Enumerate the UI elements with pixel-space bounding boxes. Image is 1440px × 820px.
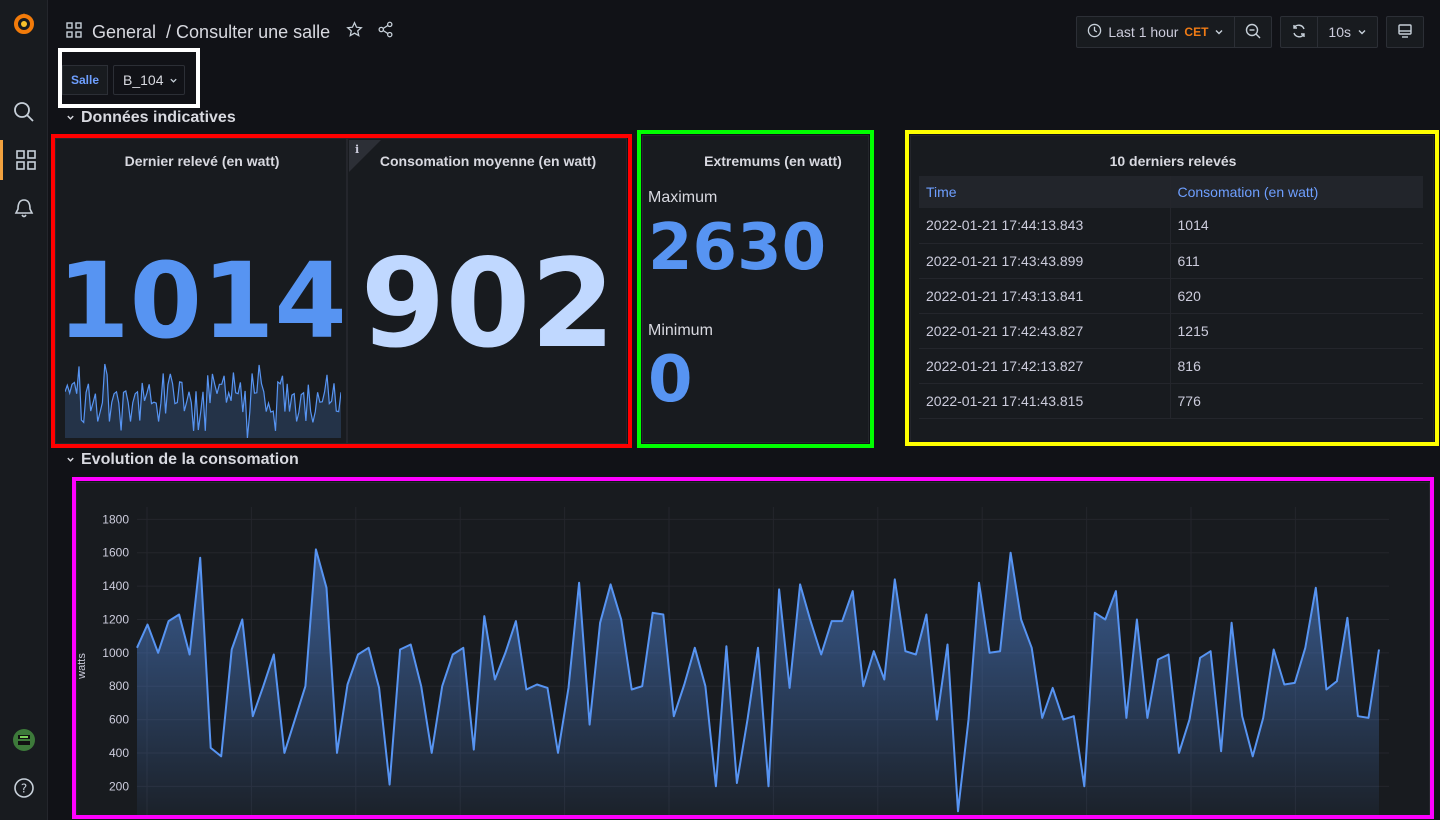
time-series-chart: 200 400 600 800 1000 1200 1400 1600 1800 watts xyxy=(77,507,1389,815)
cell-time: 2022-01-21 17:44:13.843 xyxy=(919,208,1171,244)
breadcrumb-folder[interactable]: General xyxy=(92,22,156,43)
panel-average: i Consomation moyenne (en watt) 902 xyxy=(347,138,627,444)
panel-last-value: Dernier relevé (en watt) 1014 xyxy=(55,138,347,444)
y-tick-label: 1400 xyxy=(102,579,129,593)
cell-time: 2022-01-21 17:43:43.899 xyxy=(919,243,1171,279)
svg-text:?: ? xyxy=(21,782,27,796)
panel-title: Dernier relevé (en watt) xyxy=(124,153,280,169)
search-icon[interactable] xyxy=(0,92,48,132)
cell-time: 2022-01-21 17:42:43.827 xyxy=(919,313,1171,349)
dashboards-icon[interactable] xyxy=(0,140,48,180)
page-title: / Consulter une salle xyxy=(166,21,331,42)
tv-mode-button[interactable] xyxy=(1386,16,1424,48)
y-tick-label: 1000 xyxy=(102,646,129,660)
sparkline xyxy=(65,363,341,438)
stat-value: 902 xyxy=(360,233,616,375)
y-tick-label: 800 xyxy=(109,679,129,693)
readings-table: Time Consomation (en watt) 2022-01-21 17… xyxy=(919,176,1423,419)
monitor-icon xyxy=(1397,23,1413,42)
chevron-down-icon xyxy=(66,109,75,127)
max-value: 2630 xyxy=(648,211,827,285)
table-row: 2022-01-21 17:42:13.827 816 xyxy=(919,348,1423,384)
y-tick-label: 600 xyxy=(109,713,129,727)
y-tick-label: 1200 xyxy=(102,612,129,626)
table-row: 2022-01-21 17:43:13.841 620 xyxy=(919,278,1423,314)
alerting-icon[interactable] xyxy=(0,188,48,228)
row-toggle-evolution[interactable]: Evolution de la consomation xyxy=(66,451,299,469)
refresh-interval-label: 10s xyxy=(1328,24,1351,40)
star-icon[interactable] xyxy=(346,21,363,43)
chevron-down-icon xyxy=(169,72,178,88)
cell-time: 2022-01-21 17:43:13.841 xyxy=(919,278,1171,314)
panel-title: Consomation moyenne (en watt) xyxy=(379,153,597,169)
variable-value: B_104 xyxy=(123,72,164,88)
chevron-down-icon xyxy=(66,451,75,469)
user-avatar-icon[interactable] xyxy=(0,720,48,760)
column-header-time[interactable]: Time xyxy=(919,176,1171,208)
timezone-label: CET xyxy=(1184,25,1209,39)
salle-variable-select[interactable]: B_104 xyxy=(113,65,185,95)
help-icon[interactable]: ? xyxy=(0,768,48,808)
clock-icon xyxy=(1087,23,1102,41)
share-icon[interactable] xyxy=(377,21,394,43)
table-row: 2022-01-21 17:41:43.815 776 xyxy=(919,383,1423,419)
cell-value: 776 xyxy=(1170,383,1423,419)
panel-time-series: 200 400 600 800 1000 1200 1400 1600 1800 watts xyxy=(76,482,1430,816)
series-area xyxy=(137,549,1379,815)
cell-value: 816 xyxy=(1170,348,1423,384)
row-toggle-donnees[interactable]: Données indicatives xyxy=(66,109,236,127)
refresh-button[interactable] xyxy=(1280,16,1319,48)
min-label: Minimum xyxy=(648,322,713,339)
y-tick-label: 1600 xyxy=(102,546,129,560)
row-title: Evolution de la consomation xyxy=(81,451,299,468)
y-axis-label: watts xyxy=(77,653,88,680)
refresh-interval-picker[interactable]: 10s xyxy=(1318,16,1378,48)
y-tick-label: 1800 xyxy=(102,512,129,526)
side-nav: ? xyxy=(0,0,48,820)
cell-value: 611 xyxy=(1170,243,1423,279)
min-value: 0 xyxy=(648,343,693,417)
row-title: Données indicatives xyxy=(81,109,236,126)
y-tick-label: 400 xyxy=(109,746,129,760)
breadcrumb: General / Consulter une salle xyxy=(66,16,394,48)
table-row: 2022-01-21 17:42:43.827 1215 xyxy=(919,313,1423,349)
time-range-label: Last 1 hour xyxy=(1108,24,1179,40)
cell-time: 2022-01-21 17:42:13.827 xyxy=(919,348,1171,384)
zoom-out-icon xyxy=(1245,23,1261,42)
max-label: Maximum xyxy=(648,189,718,206)
stat-value: 1014 xyxy=(57,240,347,362)
column-header-consomation[interactable]: Consomation (en watt) xyxy=(1170,176,1423,208)
dashboard-header: General / Consulter une salle Last 1 hou… xyxy=(48,0,1440,64)
zoom-out-button[interactable] xyxy=(1235,16,1273,48)
cell-value: 1215 xyxy=(1170,313,1423,349)
cell-value: 1014 xyxy=(1170,208,1423,244)
y-tick-label: 200 xyxy=(109,779,129,793)
grafana-logo-icon[interactable] xyxy=(0,4,48,44)
table-row: 2022-01-21 17:43:43.899 611 xyxy=(919,243,1423,279)
panel-extremums: Extremums (en watt) Maximum 2630 Minimum… xyxy=(642,135,869,443)
table-row: 2022-01-21 17:44:13.843 1014 xyxy=(919,208,1423,244)
cell-time: 2022-01-21 17:41:43.815 xyxy=(919,383,1171,419)
time-picker-button[interactable]: Last 1 hour CET xyxy=(1076,16,1236,48)
panel-title: Extremums (en watt) xyxy=(704,153,842,169)
chevron-down-icon xyxy=(1357,24,1367,40)
variable-label: Salle xyxy=(62,65,109,95)
grid-icon xyxy=(66,21,82,43)
cell-value: 620 xyxy=(1170,278,1423,314)
chevron-down-icon xyxy=(1214,24,1224,40)
refresh-icon xyxy=(1291,23,1307,42)
panel-title: 10 derniers relevés xyxy=(1109,153,1237,169)
